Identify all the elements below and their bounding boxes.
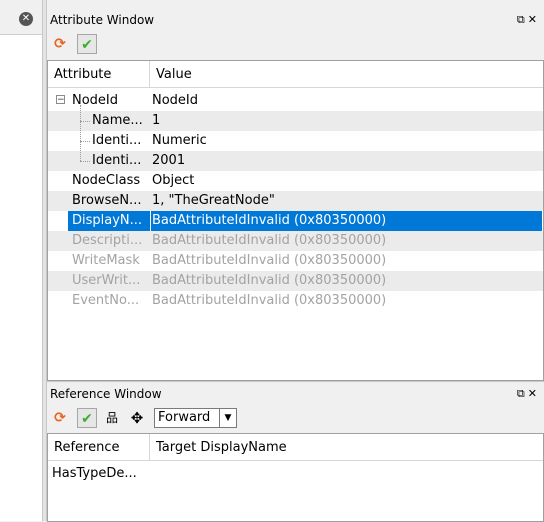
attribute-name: WriteMask [72, 253, 140, 268]
attribute-row[interactable]: UserWrit... BadAttributeIdInvalid (0x8035… [48, 271, 543, 291]
attribute-value: NodeId [152, 93, 199, 108]
reference-grid: Reference Target DisplayName HasTypeDe..… [47, 433, 544, 522]
attribute-toolbar: ⟳ ✔ [47, 31, 544, 57]
attribute-row[interactable]: Descripti... BadAttributeIdInvalid (0x803… [48, 231, 543, 251]
attribute-row[interactable]: DisplayN... BadAttributeIdInvalid (0x8035… [48, 211, 543, 231]
reference-window-titlebar: Reference Window ⧉✕ [47, 384, 544, 404]
hierarchy-icon[interactable]: 品 [102, 408, 122, 428]
reference-window-title: Reference Window [50, 387, 162, 401]
attribute-value: Object [152, 173, 195, 188]
left-panel-content [0, 34, 42, 521]
refresh-icon[interactable]: ⟳ [50, 408, 70, 428]
attribute-value: BadAttributeIdInvalid (0x80350000) [152, 273, 387, 288]
left-panel: ✕ [0, 0, 44, 521]
close-icon[interactable]: ✕ [19, 12, 33, 26]
attribute-row[interactable]: WriteMask BadAttributeIdInvalid (0x803500… [48, 251, 543, 271]
attribute-window: Attribute Window ⧉✕ ⟳ ✔ Attribute Value … [47, 0, 544, 381]
attribute-value: BadAttributeIdInvalid (0x80350000) [152, 293, 387, 308]
attribute-value: 1 [152, 113, 161, 128]
attribute-value: BadAttributeIdInvalid (0x80350000) [151, 211, 542, 231]
refresh-icon[interactable]: ⟳ [50, 34, 70, 54]
tree-connector [80, 105, 81, 161]
attribute-value: BadAttributeIdInvalid (0x80350000) [152, 233, 387, 248]
reference-toolbar: ⟳ ✔ 品 ✥ Forward ▼ [47, 405, 544, 431]
attribute-grid-header: Attribute Value [48, 61, 543, 88]
attribute-name: Identi... [92, 153, 142, 168]
attribute-name: DisplayN... [68, 211, 150, 231]
attribute-row[interactable]: Identi... Numeric [48, 131, 543, 151]
column-header-value[interactable]: Value [150, 61, 543, 88]
attribute-name: Name... [92, 113, 143, 128]
attribute-window-titlebar: Attribute Window ⧉✕ [47, 10, 544, 30]
check-icon[interactable]: ✔ [77, 34, 97, 54]
attribute-name: Descripti... [72, 233, 143, 248]
close-icon[interactable]: ✕ [528, 387, 540, 400]
reference-grid-header: Reference Target DisplayName [48, 434, 543, 461]
attribute-row[interactable]: Name... 1 [48, 111, 543, 131]
reference-target [151, 464, 542, 484]
attribute-value: 1, "TheGreatNode" [152, 193, 275, 208]
move-icon[interactable]: ✥ [127, 408, 147, 428]
attribute-value: 2001 [152, 153, 186, 168]
chevron-down-icon[interactable]: ▼ [219, 409, 236, 427]
attribute-name: NodeClass [72, 173, 141, 188]
attribute-rows: NodeId NodeId − Name... 1 Identi... Numeric Ide… [48, 91, 543, 351]
reference-rows: HasTypeDe... [48, 464, 543, 504]
tree-connector [80, 161, 90, 162]
attribute-name: EventNo... [72, 293, 140, 308]
attribute-grid: Attribute Value NodeId NodeId − Name... 1 Ide… [47, 60, 544, 381]
collapse-icon[interactable]: − [56, 95, 65, 105]
attribute-name: UserWrit... [72, 273, 141, 288]
attribute-row[interactable]: Identi... 2001 [48, 151, 543, 171]
reference-row[interactable]: HasTypeDe... [48, 464, 543, 484]
column-header-attribute[interactable]: Attribute [48, 61, 150, 88]
close-icon[interactable]: ✕ [528, 13, 540, 26]
attribute-row[interactable]: NodeClass Object [48, 171, 543, 191]
column-header-reference[interactable]: Reference [48, 434, 150, 461]
attribute-name: Identi... [92, 133, 142, 148]
tree-connector [80, 121, 90, 122]
attribute-row[interactable]: NodeId NodeId − [48, 91, 543, 111]
direction-select-value: Forward [158, 410, 211, 425]
attribute-row[interactable]: BrowseN... 1, "TheGreatNode" [48, 191, 543, 211]
reference-window: Reference Window ⧉✕ ⟳ ✔ 品 ✥ Forward ▼ Re… [47, 381, 544, 522]
float-icon[interactable]: ⧉ [517, 13, 528, 26]
reference-type: HasTypeDe... [52, 466, 137, 481]
attribute-name: BrowseN... [72, 193, 142, 208]
check-icon[interactable]: ✔ [77, 408, 97, 428]
attribute-value: BadAttributeIdInvalid (0x80350000) [152, 253, 387, 268]
attribute-row[interactable]: EventNo... BadAttributeIdInvalid (0x80350… [48, 291, 543, 311]
float-icon[interactable]: ⧉ [517, 387, 528, 400]
column-header-target-displayname[interactable]: Target DisplayName [150, 434, 543, 461]
attribute-window-title: Attribute Window [50, 13, 155, 27]
tree-connector [80, 141, 90, 142]
direction-select[interactable]: Forward ▼ [154, 408, 237, 428]
attribute-value: Numeric [152, 133, 207, 148]
